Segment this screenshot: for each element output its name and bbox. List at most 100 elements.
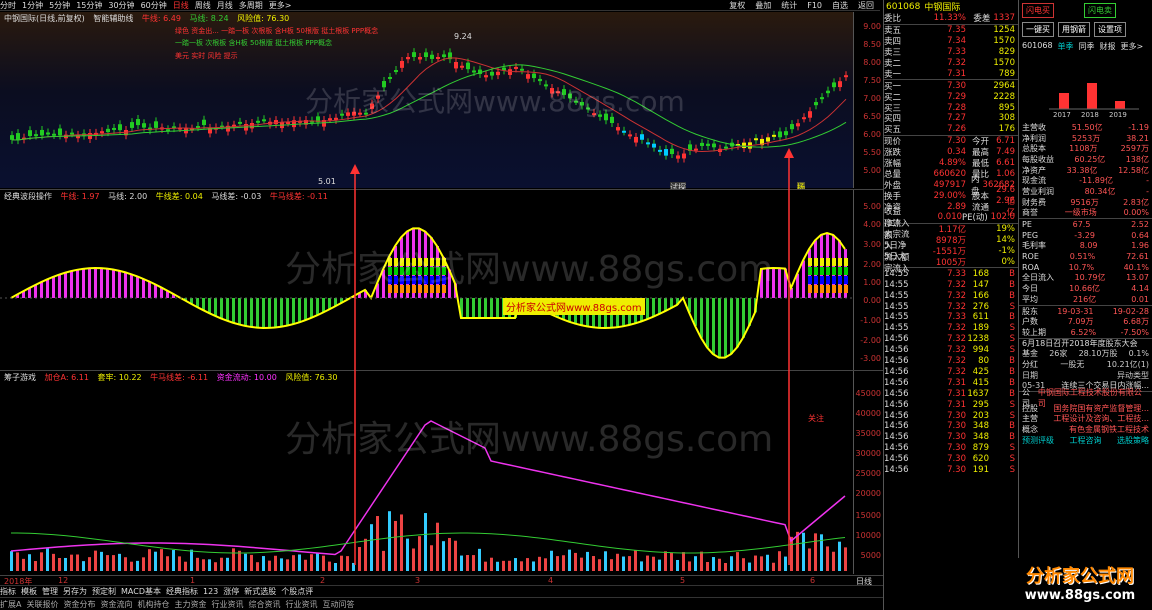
stats-row: 涨幅 4.89% 最低 6.61: [884, 158, 1015, 170]
indicator-tabs: 指标 模板 管理 另存为 预定制 MACD基本 经典指标 123 涨停 新式选股…: [0, 585, 883, 597]
ticks-row: 14:55 7.32 147 B: [884, 279, 1015, 290]
tab-ext[interactable]: 扩展A: [0, 599, 21, 610]
ticks-row: 14:55 7.32 166 B: [884, 290, 1015, 301]
wei-bi-row: 委比 11.33% 委差 1337: [884, 13, 1015, 25]
tab-industry2[interactable]: 行业资讯: [285, 599, 317, 610]
stats-row: 现价 7.30 今开 6.71: [884, 136, 1015, 148]
val-row: 全日流入 10.79亿 13.07: [1022, 273, 1149, 283]
fin-row: 商誉 一级市场 0.00%: [1022, 208, 1149, 218]
fin-row: 每股收益 60.25亿 138亿: [1022, 154, 1149, 164]
ticks-row: 14:56 7.32 425 B: [884, 366, 1015, 377]
ticks-row: 14:55 7.32 189 S: [884, 323, 1015, 334]
bid-book: 买一 7.30 2964 买二 7.29 2228 买三 7.28 895 买四 7.27 308 买五…: [884, 79, 1018, 135]
tab-main[interactable]: 主力资金: [174, 599, 206, 610]
asks-row: 卖五 7.35 1254: [884, 25, 1015, 37]
news-line[interactable]: 6月18日召开2018年度股东大会: [1019, 337, 1152, 349]
fin-row: 净利润 5253万 38.21: [1022, 133, 1149, 143]
tab-saveas[interactable]: 另存为: [63, 586, 87, 597]
fund-flow-table: 净流入额 1.17亿 19% 大宗流入 8978万 14% 5日净流入额 -1551万 -1% 5…: [884, 219, 1018, 274]
stock-header: 601068 中钢国际: [886, 1, 961, 14]
bids-row: 买一 7.30 2964: [884, 80, 1015, 92]
tab-macd[interactable]: MACD基本: [121, 586, 161, 597]
holders-row: 股东 19-03-31 19-02-28: [1022, 306, 1149, 316]
ticks-row: 14:56 7.30 348 B: [884, 421, 1015, 432]
val-row: ROE 0.51% 72.61: [1022, 252, 1149, 262]
tab-newselect[interactable]: 新式选股: [244, 586, 276, 597]
tick-list[interactable]: 14:55 7.33 168 B 14:55 7.32 147 B 14:55 7.32 166 B 1…: [884, 267, 1018, 475]
tab-review[interactable]: 个股点评: [281, 586, 313, 597]
tab-template[interactable]: 模板: [21, 586, 37, 597]
tab-news[interactable]: 综合资讯: [248, 599, 280, 610]
ticks-row: 14:56 7.32 994 S: [884, 345, 1015, 356]
ticks-row: 14:56 7.30 203 S: [884, 410, 1015, 421]
fund-row: 基金 26家 28.10万股 0.1%: [1022, 349, 1149, 359]
holders-row: 户数 7.09万 6.68万: [1022, 317, 1149, 327]
company-info: 公司 中钢国际工程技术股份有限公司 控股 国务院国有资产监督管理... 主营 工程设计及咨…: [1019, 388, 1152, 435]
tab-123[interactable]: 123: [203, 587, 218, 596]
info-panel: 闪电买 闪电卖 一键买 用钢箭 设置项 601068 单季 同季 财报 更多> …: [1018, 0, 1152, 610]
svg-text:2018: 2018: [1081, 111, 1099, 119]
ticks-row: 14:55 7.32 276 S: [884, 301, 1015, 312]
asks-row: 卖二 7.32 1570: [884, 58, 1015, 70]
profit-bar-chart: 2017 2018 2019: [1049, 83, 1139, 119]
holders-row: 较上期 6.52% -7.50%: [1022, 327, 1149, 337]
asks-row: 卖四 7.34 1570: [884, 36, 1015, 48]
financials: 主营收 51.50亿 -1.19 净利润 5253万 38.21 总股本 1108万 2597万…: [1019, 122, 1152, 218]
info-tabs: 扩展A 关联报价 资金分布 资金流向 机构持仓 主力资金 行业资讯 综合资讯 行…: [0, 597, 883, 610]
fin-row: 营业利润 80.34亿 -: [1022, 186, 1149, 196]
ticks-row: 14:56 7.31 295 S: [884, 399, 1015, 410]
dividend-row: 分红 一股无 10.21亿(1): [1022, 359, 1149, 369]
tab-limit[interactable]: 涨停: [223, 586, 239, 597]
tab-indicator[interactable]: 指标: [0, 586, 16, 597]
tab-classic[interactable]: 经典指标: [166, 586, 198, 597]
fin-row: 净资产 33.38亿 12.58亿: [1022, 165, 1149, 175]
ticks-row: 14:55 7.33 611 B: [884, 312, 1015, 323]
event-header: 日期 异动类型: [1022, 370, 1149, 380]
tab-industry[interactable]: 行业资讯: [211, 599, 243, 610]
stats-row: 涨跌 0.34 最高 7.49: [884, 147, 1015, 159]
tab-qa[interactable]: 互动问答: [322, 599, 354, 610]
ticks-row: 14:56 7.31 415 B: [884, 377, 1015, 388]
svg-text:2017: 2017: [1053, 111, 1071, 119]
stats-table: 现价 7.30 今开 6.71 涨跌 0.34 最高 7.49 涨幅 4.89% 最低 6.61 总量 6…: [884, 134, 1018, 229]
ticks-row: 14:56 7.30 879 S: [884, 443, 1015, 454]
signal-arrows: [350, 148, 794, 565]
fin-row: 主营收 51.50亿 -1.19: [1022, 122, 1149, 132]
tab-fund-flow[interactable]: 资金流向: [100, 599, 132, 610]
val-row: ROA 10.7% 40.1%: [1022, 262, 1149, 272]
company-row: 概念 有色金属钢铁工程技术: [1022, 425, 1149, 435]
tab-preset[interactable]: 预定制: [92, 586, 116, 597]
site-logo: 分析家公式网 www.88gs.com: [1008, 558, 1152, 610]
holders: 股东 19-03-31 19-02-28 户数 7.09万 6.68万 较上期 6.52% -7…: [1019, 304, 1152, 338]
company-row: 主营 工程设计及咨询、工程技...: [1022, 414, 1149, 424]
asks-row: 卖一 7.31 789: [884, 68, 1015, 80]
tab-fund-dist[interactable]: 资金分布: [63, 599, 95, 610]
bids-row: 买三 7.28 895: [884, 102, 1015, 114]
ticks-row: 14:56 7.32 80 B: [884, 356, 1015, 367]
fin-row: 总股本 1108万 2597万: [1022, 144, 1149, 154]
trade-buttons: 闪电买 闪电卖 一键买 用钢箭 设置项: [1019, 0, 1152, 40]
bids-row: 买四 7.27 308: [884, 113, 1015, 125]
ask-book: 卖五 7.35 1254 卖四 7.34 1570 卖三 7.33 829 卖二 7.32 1570 卖…: [884, 23, 1018, 80]
ticks-row: 14:56 7.30 620 S: [884, 454, 1015, 465]
fin-row: 现金流 -11.89亿 -: [1022, 176, 1149, 186]
ticks-row: 14:56 7.32 1238 S: [884, 334, 1015, 345]
tool-button[interactable]: 用钢箭: [1058, 22, 1090, 37]
bids-row: 买二 7.29 2228: [884, 91, 1015, 103]
flash-buy-button[interactable]: 闪电买: [1022, 3, 1054, 18]
val-row: PEG -3.29 0.64: [1022, 230, 1149, 240]
ticks-row: 14:55 7.33 168 B: [884, 268, 1015, 279]
stats-row: 总量 660620 量比 1.06: [884, 168, 1015, 180]
tab-related[interactable]: 关联报价: [26, 599, 58, 610]
settings-button[interactable]: 设置项: [1094, 22, 1126, 37]
flash-sell-button[interactable]: 闪电卖: [1084, 3, 1116, 18]
bottom-links: 预测评级 工程咨询 选股策略: [1022, 435, 1149, 445]
valuation: PE 67.5 2.52 PEG -3.29 0.64 毛利率 8.09 1.96 ROE 0.51…: [1019, 218, 1152, 305]
val-row: 平均 216亿 0.01: [1022, 294, 1149, 304]
asks-row: 卖三 7.33 829: [884, 47, 1015, 59]
quote-panel: 601068 中钢国际 委比 11.33% 委差 1337 卖五 7.35 1254 卖四 7.…: [883, 0, 1018, 610]
one-key-buy-button[interactable]: 一键买: [1022, 22, 1054, 37]
tab-manage[interactable]: 管理: [42, 586, 58, 597]
ticks-row: 14:56 7.31 1637 B: [884, 388, 1015, 399]
tab-inst[interactable]: 机构持仓: [137, 599, 169, 610]
